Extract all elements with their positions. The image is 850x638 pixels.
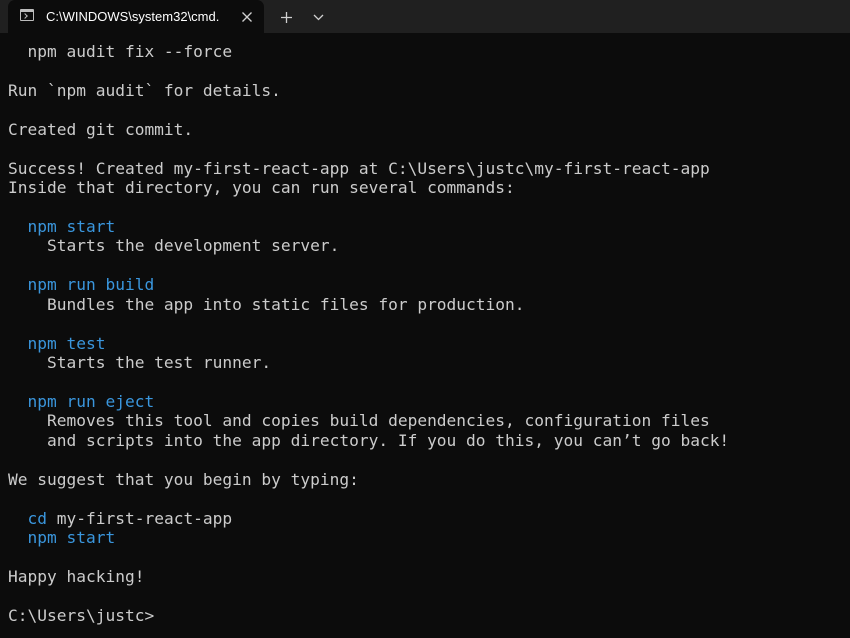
output-text: Removes this tool and copies build depen… [8,411,710,431]
terminal-output[interactable]: npm audit fix --force Run `npm audit` for… [0,33,850,638]
terminal-line: cd my-first-react-app [8,509,729,528]
output-text: Happy hacking! [8,566,145,586]
output-text: and scripts into the app directory. If y… [8,430,730,450]
command-text: npm run build [27,275,155,295]
output-text: We suggest that you begin by typing: [8,469,359,489]
terminal-lines: npm audit fix --force Run `npm audit` for… [8,42,729,625]
command-text: npm start [27,216,116,236]
terminal-line: npm start [8,217,729,236]
terminal-line: npm audit fix --force [8,42,729,61]
terminal-line: and scripts into the app directory. If y… [8,431,729,450]
terminal-line: Bundles the app into static files for pr… [8,295,729,314]
output-text: Starts the development server. [8,236,340,256]
output-text: Bundles the app into static files for pr… [8,294,525,314]
tab-cmd[interactable]: C:\WINDOWS\system32\cmd. [8,0,264,33]
plus-icon[interactable] [274,5,298,29]
terminal-line: Inside that directory, you can run sever… [8,178,729,197]
output-text: Starts the test runner. [8,353,272,372]
terminal-line: Happy hacking! [8,567,729,586]
terminal-line: npm run eject [8,392,729,411]
command-text: npm start [27,527,116,547]
command-text: npm test [27,333,106,353]
output-text: Success! Created my-first-react-app at C… [8,158,710,178]
output-text: Created git commit. [8,119,194,139]
terminal-line: Removes this tool and copies build depen… [8,411,729,430]
terminal-line: npm run build [8,275,729,294]
terminal-icon [20,9,34,21]
terminal-line: npm test [8,334,729,353]
command-text: cd [27,508,48,528]
terminal-line: Starts the development server. [8,236,729,255]
terminal-line: We suggest that you begin by typing: [8,470,729,489]
command-text: npm run eject [27,391,155,411]
terminal-line: Success! Created my-first-react-app at C… [8,159,729,178]
terminal-line: Run `npm audit` for details. [8,81,729,100]
output-text: Run `npm audit` for details. [8,80,281,100]
terminal-line: C:\Users\justc> [8,606,729,625]
output-text: my-first-react-app [47,508,233,528]
chevron-down-icon[interactable] [306,5,330,29]
output-text: Inside that directory, you can run sever… [8,178,515,198]
close-icon[interactable] [236,6,258,28]
output-text: C:\Users\justc> [8,605,155,625]
output-text: npm audit fix --force [8,42,233,61]
tab-bar: C:\WINDOWS\system32\cmd. [0,0,850,33]
terminal-window: C:\WINDOWS\system32\cmd. npm audit fix -… [0,0,850,638]
terminal-line: npm start [8,528,729,547]
tab-title: C:\WINDOWS\system32\cmd. [46,9,220,24]
terminal-line: Starts the test runner. [8,353,729,372]
terminal-line: Created git commit. [8,120,729,139]
